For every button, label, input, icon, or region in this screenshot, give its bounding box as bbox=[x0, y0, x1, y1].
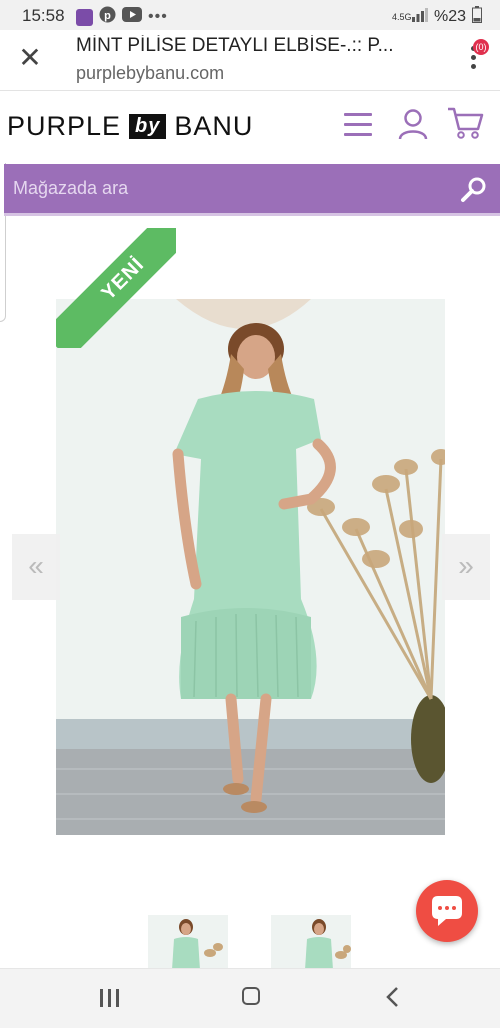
status-notification-icons: p ••• bbox=[76, 6, 168, 28]
network-label: 4.5G bbox=[391, 11, 412, 22]
product-thumbnail[interactable] bbox=[148, 915, 228, 970]
page-title: MİNT PİLİSE DETAYLI ELBİSE-.:: P... bbox=[76, 35, 394, 56]
user-account-icon[interactable] bbox=[398, 108, 428, 140]
search-icon[interactable] bbox=[460, 175, 488, 203]
logo-word-mid: by bbox=[129, 114, 167, 139]
new-badge-label: YENİ bbox=[56, 228, 176, 348]
battery-icon bbox=[472, 6, 482, 28]
live-chat-button[interactable] bbox=[416, 880, 478, 942]
pinterest-icon: p bbox=[99, 6, 116, 28]
logo-word-right: BANU bbox=[174, 111, 254, 141]
home-icon[interactable] bbox=[242, 987, 260, 1005]
hamburger-menu-icon[interactable] bbox=[344, 113, 372, 137]
purple-app-icon bbox=[76, 8, 93, 26]
signal-icon bbox=[411, 7, 428, 27]
cart-count-badge: (0) bbox=[473, 39, 489, 55]
page-domain: purplebybanu.com bbox=[76, 63, 225, 83]
browser-url-bar: ✕ MİNT PİLİSE DETAYLI ELBİSE-.:: P... pu… bbox=[0, 30, 500, 91]
back-icon[interactable] bbox=[383, 985, 403, 1009]
new-badge-ribbon: YENİ bbox=[56, 228, 176, 348]
recent-apps-icon[interactable] bbox=[100, 989, 124, 1007]
youtube-icon bbox=[122, 7, 142, 27]
previous-image-button[interactable]: « bbox=[12, 534, 60, 600]
product-main-image[interactable] bbox=[56, 299, 445, 835]
close-icon[interactable]: ✕ bbox=[16, 44, 44, 72]
chat-bubble-icon bbox=[416, 896, 478, 946]
status-time: 15:58 bbox=[22, 6, 65, 25]
battery-label: %23 bbox=[433, 8, 466, 25]
status-right: 4.5G %23 bbox=[392, 6, 482, 28]
store-search-bar[interactable]: Mağazada ara bbox=[4, 164, 500, 216]
logo-word-left: PURPLE bbox=[7, 111, 122, 141]
system-navigation-bar bbox=[0, 968, 500, 1028]
site-header: PURPLE by BANU bbox=[0, 91, 500, 163]
svg-text:p: p bbox=[104, 10, 111, 22]
site-logo[interactable]: PURPLE by BANU bbox=[7, 111, 253, 142]
more-dots-icon: ••• bbox=[148, 8, 168, 25]
shopping-cart-icon[interactable] bbox=[446, 105, 486, 141]
status-bar: 15:58 p ••• 4.5G %23 bbox=[0, 0, 500, 30]
product-thumbnail[interactable] bbox=[271, 915, 351, 970]
search-input[interactable]: Mağazada ara bbox=[13, 178, 128, 199]
next-image-button[interactable]: » bbox=[442, 534, 490, 600]
